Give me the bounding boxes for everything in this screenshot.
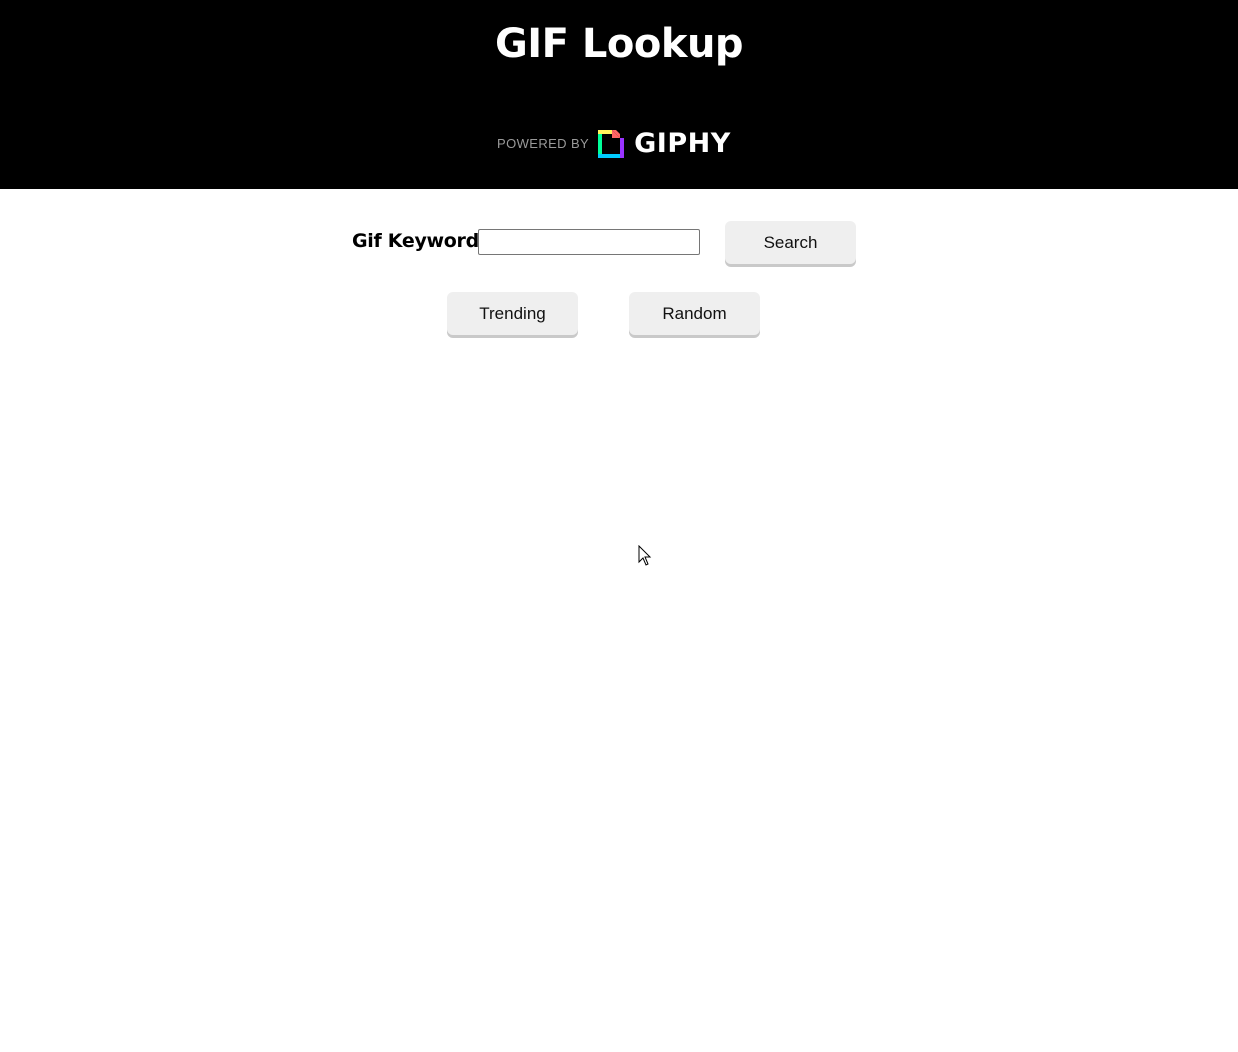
powered-by-giphy: POWERED BY GIPHY [497,127,731,161]
powered-by-label: POWERED BY [497,136,590,151]
trending-button[interactable]: Trending [447,292,578,335]
page-title: GIF Lookup [494,21,744,67]
gif-keyword-label: Gif Keyword: [352,230,487,252]
random-button[interactable]: Random [629,292,760,335]
page-header: GIF Lookup POWERED BY GIPHY [0,0,1238,189]
giphy-brand-text: GIPHY [634,128,731,159]
giphy-logo-icon [598,127,626,161]
search-button[interactable]: Search [725,221,856,264]
gif-keyword-input[interactable] [478,229,700,255]
mouse-pointer-icon [638,544,652,567]
